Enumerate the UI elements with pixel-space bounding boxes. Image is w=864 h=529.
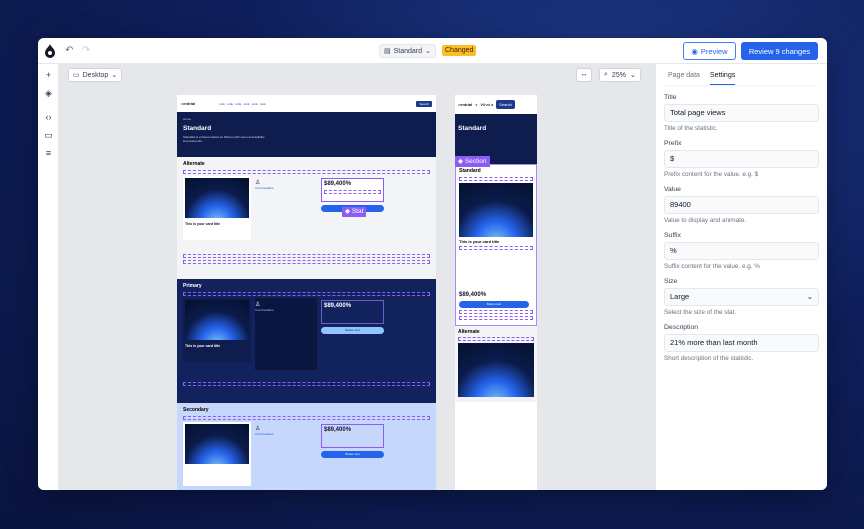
- size-value: Large: [670, 292, 690, 301]
- card[interactable]: This is your card title: [183, 298, 251, 362]
- value-input[interactable]: 89400: [664, 196, 819, 214]
- section-alternate[interactable]: Alternate This is your card title ♙ Card…: [177, 157, 436, 279]
- preview-label: Preview: [700, 46, 728, 56]
- section-title: Alternate: [183, 161, 205, 167]
- earth-image: [185, 300, 249, 340]
- section-title: Primary: [183, 283, 202, 289]
- mobile-preview[interactable]: centrial ⌕ What a Search Standard Standa…: [455, 95, 537, 490]
- earth-image: [185, 178, 249, 218]
- drupal-logo-icon[interactable]: [44, 44, 56, 58]
- description-field: Description 21% more than last month Sho…: [664, 324, 819, 362]
- feature-block[interactable]: ♙ Card headline: [255, 298, 317, 370]
- eye-icon: ◉: [691, 46, 698, 56]
- feature-block[interactable]: ♙ Card headline: [255, 422, 317, 486]
- description-input[interactable]: 21% more than last month: [664, 334, 819, 352]
- section-selection-tag[interactable]: ◆ Section: [455, 156, 490, 167]
- value-field: Value 89400 Value to display and animate…: [664, 186, 819, 224]
- prefix-input[interactable]: $: [664, 150, 819, 168]
- review-changes-button[interactable]: Review 9 changes: [741, 42, 818, 60]
- tab-settings[interactable]: Settings: [709, 72, 736, 85]
- version-select[interactable]: ▤ Standard ⌄: [379, 44, 436, 58]
- mobile-section-alternate[interactable]: Alternate: [455, 326, 537, 402]
- settings-panel: Page data Settings Title Total page view…: [655, 64, 827, 490]
- earth-image: [185, 424, 249, 464]
- search-icon: ⌕: [475, 102, 478, 107]
- stat-block[interactable]: $89,400%: [321, 424, 384, 448]
- site-logo: centrial: [181, 101, 196, 106]
- suffix-field: Suffix % Suffix content for the value. e…: [664, 232, 819, 270]
- card[interactable]: [183, 422, 251, 486]
- chevron-down-icon: ⌄: [425, 48, 431, 55]
- suffix-input[interactable]: %: [664, 242, 819, 260]
- preview-hero: Home Standard Standard is a theme based …: [177, 112, 436, 157]
- undo-icon[interactable]: ↶: [65, 45, 73, 56]
- chevron-down-icon: ⌄: [629, 72, 636, 79]
- title-input[interactable]: Total page views: [664, 104, 819, 122]
- section-primary[interactable]: Primary This is your card title ♙ Card h…: [177, 279, 436, 403]
- section-title: Secondary: [183, 407, 209, 413]
- card[interactable]: This is your card title: [183, 176, 251, 240]
- add-icon[interactable]: +: [43, 70, 54, 81]
- preview-nav: centrial Link · Link · Link · Link · Lin…: [177, 95, 436, 112]
- prefix-field: Prefix $ Prefix content for the value. e…: [664, 140, 819, 178]
- earth-image: [459, 183, 533, 237]
- mobile-search-button[interactable]: Search: [496, 100, 515, 109]
- top-bar: ↶ ↷ ▤ Standard ⌄ Changed ◉ Preview Revie…: [38, 38, 827, 64]
- redo-icon[interactable]: ↷: [82, 45, 90, 56]
- chevron-down-icon: ⌄: [111, 72, 118, 79]
- tab-page-data[interactable]: Page data: [668, 72, 700, 85]
- title-field: Title Total page views Title of the stat…: [664, 94, 819, 132]
- size-select[interactable]: Large ⌄: [664, 288, 819, 306]
- changed-badge: Changed: [442, 45, 477, 56]
- stat-block[interactable]: $89,400%: [321, 300, 384, 324]
- zoom-select[interactable]: ⌕ 25% ⌄: [599, 68, 641, 82]
- code-icon[interactable]: ‹›: [43, 112, 54, 123]
- database-icon[interactable]: ≡: [43, 148, 54, 159]
- version-label: Standard: [393, 47, 423, 55]
- fit-width-icon[interactable]: ↔: [576, 68, 592, 82]
- zoom-label: 25%: [611, 71, 626, 79]
- mobile-section-standard[interactable]: Standard This is your card title $89,400…: [455, 164, 537, 326]
- chevron-down-icon: ⌄: [806, 292, 813, 301]
- left-rail: + ◈ ‹› ▭ ≡: [38, 64, 59, 490]
- layers-icon[interactable]: ◈: [43, 88, 54, 99]
- editor-window: ↶ ↷ ▤ Standard ⌄ Changed ◉ Preview Revie…: [38, 38, 827, 490]
- earth-image: [458, 343, 534, 397]
- button-block[interactable]: Button text: [321, 451, 384, 458]
- file-icon[interactable]: ▭: [43, 130, 54, 141]
- document-icon: ▤: [384, 48, 391, 55]
- stat-selection-tag[interactable]: ◆ Stat: [342, 207, 367, 217]
- canvas: ▭ Desktop ⌄ ↔ ⌕ 25% ⌄ centrial Link · Li…: [59, 64, 655, 490]
- monitor-icon: ▭: [73, 72, 80, 79]
- stat-block[interactable]: $89,400%: [321, 178, 384, 202]
- desktop-preview[interactable]: centrial Link · Link · Link · Link · Lin…: [177, 95, 436, 490]
- size-field: Size Large ⌄ Select the size of the stat…: [664, 278, 819, 316]
- button-block[interactable]: Button text: [321, 327, 384, 334]
- device-label: Desktop: [82, 71, 109, 79]
- section-secondary[interactable]: Secondary ♙ Card headline $89,400% Butto…: [177, 403, 436, 490]
- preview-button[interactable]: ◉ Preview: [683, 42, 736, 60]
- zoom-icon: ⌕: [604, 71, 608, 78]
- preview-hero-title: Standard: [183, 125, 212, 132]
- panel-tabs: Page data Settings: [664, 64, 819, 86]
- device-select[interactable]: ▭ Desktop ⌄: [68, 68, 123, 82]
- site-logo: centrial: [458, 102, 473, 107]
- feature-block[interactable]: ♙ Card headline: [255, 176, 317, 240]
- mobile-nav: centrial ⌕ What a Search: [455, 95, 537, 114]
